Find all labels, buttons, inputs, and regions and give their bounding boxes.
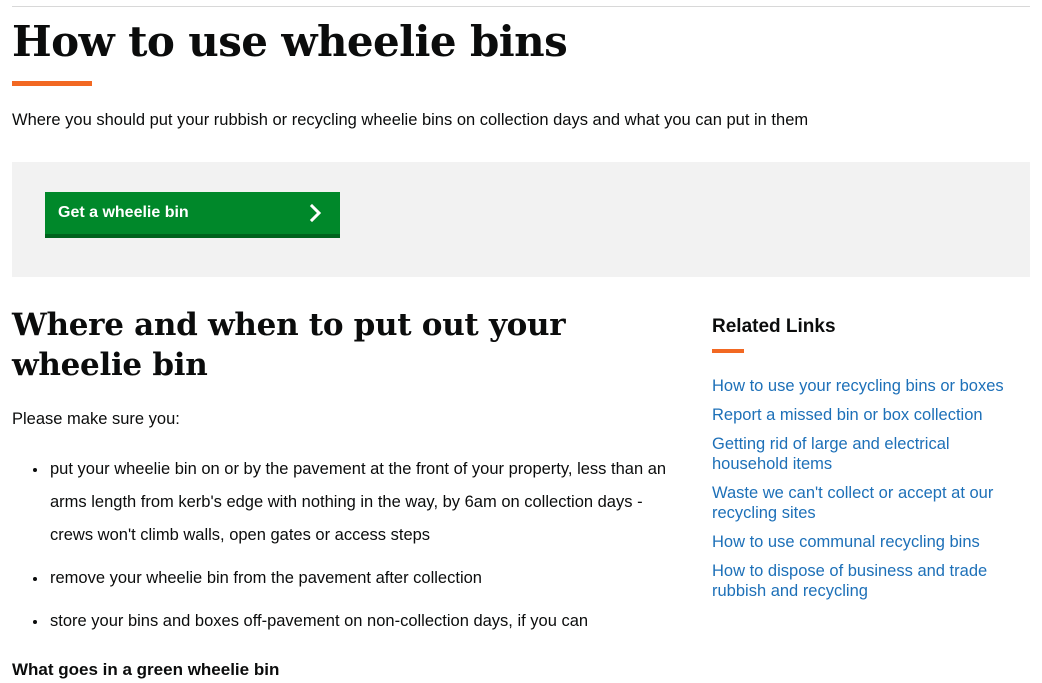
page-title: How to use wheelie bins [12, 17, 568, 66]
instructions-list: put your wheelie bin on or by the paveme… [12, 453, 672, 638]
related-links-heading: Related Links [712, 316, 836, 337]
list-item: How to use communal recycling bins [712, 532, 1032, 552]
section-heading: Where and when to put out your wheelie b… [12, 307, 566, 383]
related-link-report-missed-collection[interactable]: Report a missed bin or box collection [712, 405, 983, 425]
related-link-large-electrical-items[interactable]: Getting rid of large and electrical hous… [712, 434, 1027, 474]
chevron-right-icon [308, 203, 324, 223]
list-item: Getting rid of large and electrical hous… [712, 434, 1032, 474]
list-item: put your wheelie bin on or by the paveme… [12, 453, 672, 552]
related-link-communal-recycling-bins[interactable]: How to use communal recycling bins [712, 532, 980, 552]
related-link-waste-not-accepted[interactable]: Waste we can't collect or accept at our … [712, 483, 1027, 523]
related-links-list: How to use your recycling bins or boxes … [712, 376, 1032, 601]
subsection-heading: What goes in a green wheelie bin [12, 660, 280, 679]
get-a-wheelie-bin-button[interactable]: Get a wheelie bin [45, 192, 340, 238]
list-item: remove your wheelie bin from the pavemen… [12, 562, 672, 595]
main-content-column: Where and when to put out your wheelie b… [12, 305, 672, 682]
top-divider [12, 6, 1030, 7]
title-accent-underline [12, 81, 92, 86]
page-subtitle: Where you should put your rubbish or rec… [12, 111, 809, 129]
related-link-recycling-bins-or-boxes[interactable]: How to use your recycling bins or boxes [712, 376, 1004, 396]
list-item: Waste we can't collect or accept at our … [712, 483, 1032, 523]
cta-button-label: Get a wheelie bin [58, 204, 189, 221]
list-item: store your bins and boxes off-pavement o… [12, 605, 672, 638]
intro-paragraph: Please make sure you: [12, 410, 180, 428]
list-item: How to dispose of business and trade rub… [712, 561, 1032, 601]
related-links-sidebar: Related Links How to use your recycling … [712, 314, 1032, 610]
related-link-business-trade-rubbish[interactable]: How to dispose of business and trade rub… [712, 561, 1027, 601]
page-root: How to use wheelie bins Where you should… [0, 0, 1042, 683]
list-item: Report a missed bin or box collection [712, 405, 1032, 425]
sidebar-accent-underline [712, 349, 744, 353]
list-item: How to use your recycling bins or boxes [712, 376, 1032, 396]
